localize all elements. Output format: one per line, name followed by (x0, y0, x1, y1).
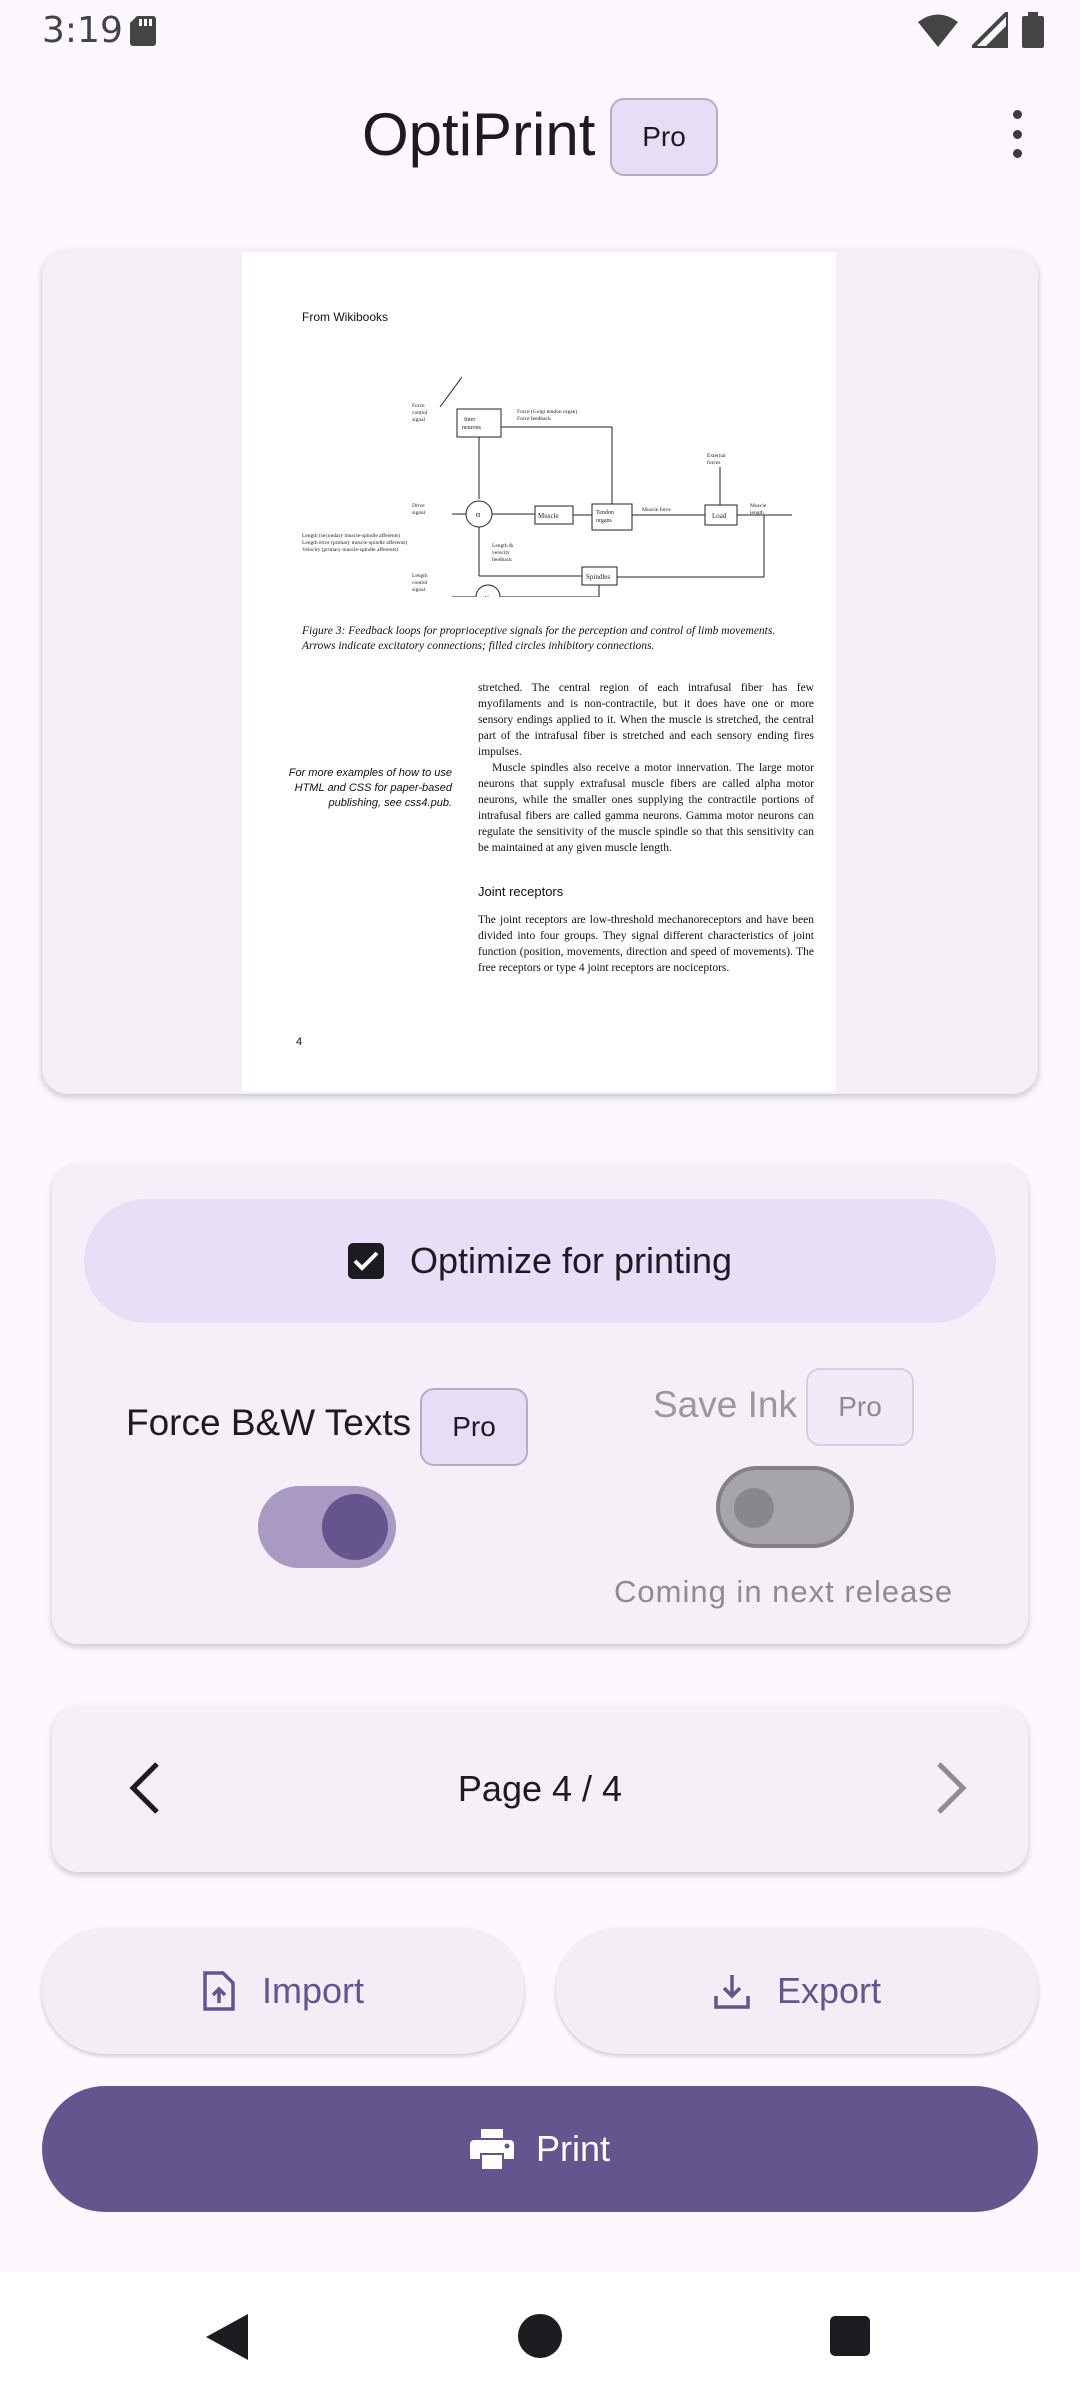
export-label: Export (776, 1970, 882, 2011)
save-ink-switch[interactable] (716, 1466, 854, 1548)
svg-text:organs: organs (596, 518, 613, 524)
print-label: Print (535, 2128, 611, 2169)
save-ink-label: Save Ink (653, 1384, 797, 1425)
svg-text:Muscle: Muscle (750, 503, 767, 509)
status-time: 3:19 (42, 10, 123, 51)
svg-text:signal: signal (412, 417, 426, 423)
status-icons (918, 12, 1044, 48)
signal-icon (972, 12, 1008, 48)
optimize-label: Optimize for printing (409, 1240, 733, 1281)
more-vert-icon[interactable] (1004, 110, 1030, 158)
print-options-card: Optimize for printing Force B&W Texts Pr… (52, 1164, 1028, 1644)
bw-pro-badge[interactable]: Pro (420, 1388, 528, 1466)
svg-text:Muscle force: Muscle force (642, 506, 671, 513)
doc-header: From Wikibooks (302, 310, 389, 324)
svg-text:Velocity (primary muscle-spind: Velocity (primary muscle-spindle afferen… (302, 546, 398, 553)
home-icon[interactable] (518, 2314, 562, 2358)
export-button[interactable]: Export (556, 1928, 1038, 2054)
page-navigator: Page 4 / 4 (52, 1706, 1028, 1872)
svg-text:length: length (750, 510, 764, 516)
figure-caption: Figure 3: Feedback loops for propriocept… (302, 625, 776, 652)
svg-text:Length error (primary muscle-s: Length error (primary muscle-spindle aff… (302, 539, 407, 546)
svg-text:neurons: neurons (462, 425, 482, 431)
doc-page-number: 4 (296, 1036, 303, 1048)
doc-body: stretched. The central region of each in… (478, 680, 814, 856)
svg-text:Tendon: Tendon (596, 510, 614, 516)
page-sheet: From Wikibooks Inter neurons α Muscle Te… (242, 252, 836, 1092)
check-icon (353, 1251, 379, 1271)
svg-text:Length (secondary muscle-spind: Length (secondary muscle-spindle afferen… (302, 532, 400, 539)
svg-text:Inter: Inter (464, 417, 475, 423)
system-nav-bar (0, 2272, 1080, 2400)
import-button[interactable]: Import (42, 1928, 524, 2054)
svg-text:signal: signal (412, 510, 426, 516)
svg-text:control: control (412, 410, 428, 416)
wifi-icon (918, 14, 958, 47)
body-paragraph: The joint receptors are low-threshold me… (478, 914, 814, 974)
app-bar: OptiPrint Pro (0, 92, 1080, 182)
svg-text:Length: Length (412, 573, 428, 579)
app-title: OptiPrint (362, 101, 596, 168)
save-ink-pro-badge[interactable]: Pro (806, 1368, 914, 1446)
body-paragraph: stretched. The central region of each in… (478, 682, 814, 758)
svg-text:Spindles: Spindles (586, 573, 610, 581)
optimize-toggle[interactable]: Optimize for printing (84, 1199, 996, 1323)
next-page-button[interactable] (920, 1756, 984, 1820)
body-paragraph: Muscle spindles also receive a motor inn… (478, 762, 814, 854)
sidenote: For more examples of how to use HTML and… (288, 767, 452, 809)
bw-texts-label: Force B&W Texts (126, 1402, 412, 1443)
download-icon (714, 1975, 750, 2009)
alpha-label: α (476, 510, 481, 519)
page-indicator: Page 4 / 4 (457, 1768, 623, 1809)
svg-text:Force feedback: Force feedback (517, 415, 551, 422)
svg-text:Length &: Length & (492, 543, 514, 549)
svg-text:Load: Load (712, 512, 727, 520)
doc-subheading: Joint receptors (478, 884, 564, 899)
sd-card-icon (130, 16, 156, 46)
bw-texts-switch[interactable] (258, 1486, 396, 1568)
pro-badge[interactable]: Pro (610, 98, 718, 176)
svg-text:Force (Golgi tendon organ): Force (Golgi tendon organ) (517, 408, 577, 415)
printer-icon (469, 2129, 514, 2169)
svg-text:velocity: velocity (492, 550, 510, 556)
svg-text:forces: forces (707, 459, 720, 466)
svg-text:feedback: feedback (492, 556, 512, 563)
print-button[interactable]: Print (42, 2086, 1038, 2212)
recents-icon[interactable] (830, 2316, 870, 2356)
file-upload-icon (203, 1971, 235, 2011)
svg-text:Drive: Drive (412, 503, 425, 509)
document-preview: From Wikibooks Inter neurons α Muscle Te… (42, 250, 1038, 1094)
checkbox[interactable] (347, 1243, 384, 1279)
coming-soon-note: Coming in next release (614, 1574, 954, 1609)
import-label: Import (261, 1970, 365, 2011)
battery-icon (1022, 12, 1044, 48)
svg-text:control: control (412, 580, 428, 586)
svg-text:Force: Force (412, 403, 425, 409)
svg-text:γ: γ (484, 593, 489, 597)
back-icon[interactable] (204, 2312, 250, 2362)
svg-text:signal: signal (412, 587, 426, 593)
chevron-right-icon (937, 1762, 967, 1814)
status-bar: 3:19 (0, 0, 1080, 62)
svg-text:Muscle: Muscle (538, 512, 559, 520)
svg-text:External: External (707, 453, 726, 459)
feedback-diagram: Inter neurons α Muscle Tendon organs Loa… (302, 376, 792, 597)
